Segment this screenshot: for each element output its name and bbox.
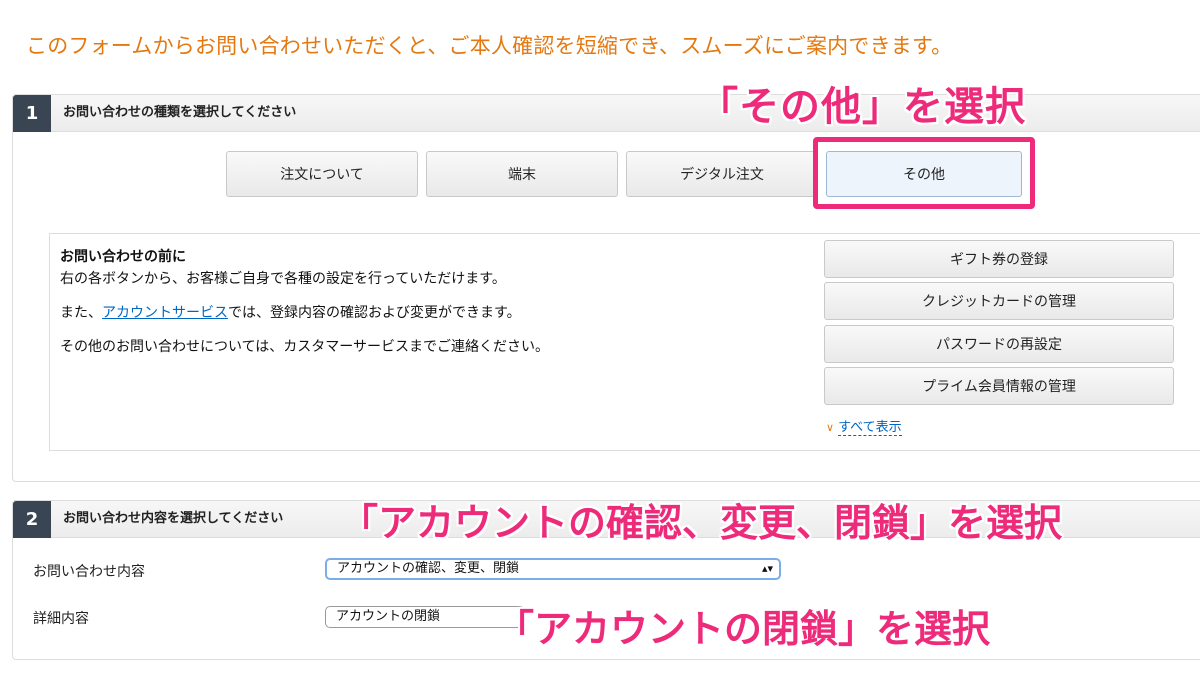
show-all: ∨ すべて表示	[826, 416, 902, 436]
inquiry-content-value: アカウントの確認、変更、閉鎖	[337, 561, 520, 576]
category-order-button[interactable]: 注文について	[226, 151, 418, 197]
info-line-3: その他のお問い合わせについては、カスタマーサービスまでご連絡ください。	[60, 339, 550, 355]
annotation-select-other: 「その他」を選択	[698, 84, 1026, 130]
chevron-down-icon: ∨	[826, 421, 835, 434]
info-line-2: また、アカウントサービスでは、登録内容の確認および変更ができます。	[60, 302, 521, 322]
section-number: 1	[13, 95, 51, 132]
detail-content-label: 詳細内容	[33, 611, 89, 627]
inquiry-content-select[interactable]: アカウントの確認、変更、閉鎖 ▴▾	[325, 558, 781, 580]
section-title: お問い合わせ内容を選択してください	[63, 511, 284, 526]
info-line-2-suffix: では、登録内容の確認および変更ができます。	[228, 305, 521, 321]
detail-content-value: アカウントの閉鎖	[336, 609, 441, 624]
annotation-select-account: 「アカウントの確認、変更、閉鎖」を選択	[340, 501, 1063, 545]
intro-text: このフォームからお問い合わせいただくと、ご本人確認を短縮でき、スムーズにご案内で…	[26, 34, 953, 58]
prime-membership-button[interactable]: プライム会員情報の管理	[824, 367, 1174, 405]
section-number: 2	[13, 501, 51, 538]
category-device-button[interactable]: 端末	[426, 151, 618, 197]
annotation-select-close: 「アカウントの閉鎖」を選択	[496, 607, 991, 651]
gift-card-register-button[interactable]: ギフト券の登録	[824, 240, 1174, 278]
info-line-2-prefix: また、	[60, 305, 102, 321]
category-digital-order-button[interactable]: デジタル注文	[626, 151, 818, 197]
password-reset-button[interactable]: パスワードの再設定	[824, 325, 1174, 363]
section-title: お問い合わせの種類を選択してください	[63, 105, 297, 120]
select-arrows-icon: ▴▾	[761, 562, 773, 575]
inquiry-content-label: お問い合わせ内容	[33, 564, 145, 580]
account-service-link[interactable]: アカウントサービス	[102, 305, 228, 321]
info-panel: お問い合わせの前に 右の各ボタンから、お客様ご自身で各種の設定を行っていただけま…	[49, 233, 1200, 451]
info-heading: お問い合わせの前に	[60, 249, 186, 265]
info-line-1: 右の各ボタンから、お客様ご自身で各種の設定を行っていただけます。	[60, 271, 506, 287]
credit-card-manage-button[interactable]: クレジットカードの管理	[824, 282, 1174, 320]
inquiry-type-section: 1 お問い合わせの種類を選択してください 注文について 端末 デジタル注文 その…	[12, 94, 1200, 482]
detail-content-select[interactable]: アカウントの閉鎖	[325, 606, 525, 628]
category-other-button[interactable]: その他	[826, 151, 1022, 197]
show-all-link[interactable]: すべて表示	[838, 420, 902, 436]
